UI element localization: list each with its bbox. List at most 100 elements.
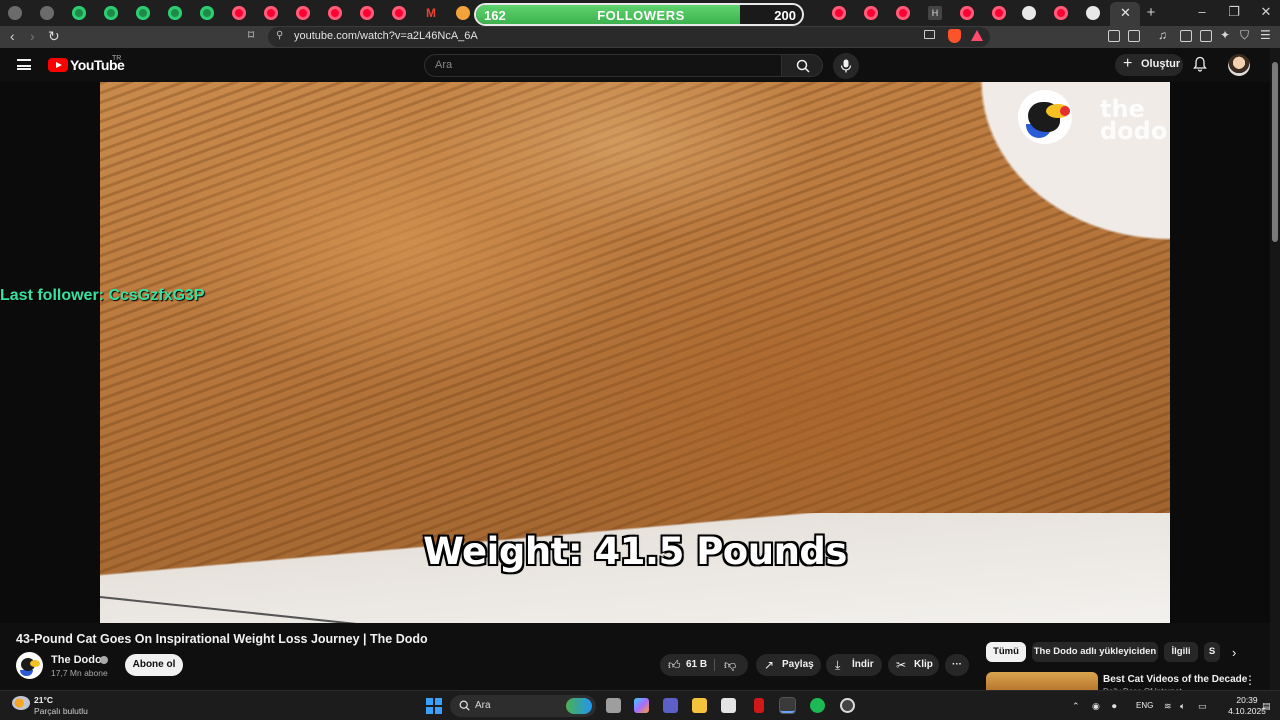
file-explorer-icon[interactable] bbox=[692, 698, 707, 713]
youtube-logo-icon[interactable] bbox=[48, 58, 68, 72]
like-count[interactable]: 61 B bbox=[686, 654, 707, 676]
volume-icon[interactable]: 🔈︎ bbox=[1180, 701, 1185, 712]
google-tab-icon[interactable] bbox=[1086, 6, 1100, 20]
download-button[interactable]: ⤓ İndir bbox=[826, 654, 882, 676]
reload-icon[interactable]: ↻ bbox=[48, 28, 60, 45]
account-avatar[interactable] bbox=[1228, 54, 1250, 76]
scrollbar-thumb[interactable] bbox=[1272, 62, 1278, 242]
tab-icon[interactable] bbox=[40, 6, 54, 20]
close-window-icon[interactable]: ✕ bbox=[1256, 4, 1276, 20]
chip-all[interactable]: Tümü bbox=[986, 642, 1026, 662]
tray-mic-icon[interactable]: ⏺ bbox=[1112, 701, 1117, 712]
input-language[interactable]: ENG bbox=[1136, 701, 1153, 710]
search-input[interactable] bbox=[435, 59, 765, 71]
sidebar-icon[interactable] bbox=[1180, 30, 1192, 42]
cast-icon[interactable] bbox=[924, 30, 935, 39]
brave-shield-icon[interactable] bbox=[948, 29, 961, 43]
task-view-icon[interactable] bbox=[606, 698, 621, 713]
search-button[interactable] bbox=[781, 54, 823, 77]
spotify-icon[interactable] bbox=[810, 698, 825, 713]
store-icon[interactable] bbox=[721, 698, 736, 713]
tab-icon[interactable] bbox=[1054, 6, 1068, 20]
recommendation-thumbnail[interactable] bbox=[986, 672, 1098, 690]
chip-related[interactable]: İlgili bbox=[1164, 642, 1198, 662]
weather-description[interactable]: Parçalı bulutlu bbox=[34, 706, 88, 716]
leo-ai-icon[interactable]: ✦ bbox=[1220, 28, 1230, 42]
wifi-icon[interactable]: ≋ bbox=[1164, 701, 1172, 712]
tab-icon[interactable] bbox=[264, 6, 278, 20]
tab-icon[interactable] bbox=[296, 6, 310, 20]
weather-temperature[interactable]: 21°C bbox=[34, 695, 53, 705]
channel-name[interactable]: The Dodo bbox=[51, 654, 102, 666]
forward-icon[interactable]: › bbox=[30, 28, 35, 44]
url-text[interactable]: youtube.com/watch?v=a2L46NcA_6A bbox=[294, 30, 478, 42]
tab-icon[interactable] bbox=[992, 6, 1006, 20]
teams-icon[interactable] bbox=[663, 698, 678, 713]
close-tab-icon[interactable]: ✕ bbox=[1120, 5, 1131, 21]
taskbar-search[interactable]: Ara bbox=[450, 695, 596, 717]
tab-icon[interactable] bbox=[136, 6, 150, 20]
tab-icon[interactable] bbox=[864, 6, 878, 20]
tab-icon[interactable] bbox=[832, 6, 846, 20]
tab-icon[interactable] bbox=[104, 6, 118, 20]
tray-app-icon[interactable]: ◉ bbox=[1092, 701, 1100, 712]
chip-from-uploader[interactable]: The Dodo adlı yükleyiciden bbox=[1032, 642, 1158, 662]
browser-menu-icon[interactable] bbox=[8, 6, 22, 20]
minimize-icon[interactable]: – bbox=[1192, 4, 1212, 19]
tab-icon[interactable]: H bbox=[928, 6, 942, 20]
create-button[interactable]: + Oluştur bbox=[1115, 54, 1183, 76]
like-icon[interactable]: 👍︎ bbox=[668, 654, 681, 676]
site-info-icon[interactable]: ⚲ bbox=[276, 30, 283, 41]
tab-icon[interactable] bbox=[200, 6, 214, 20]
tab-icon[interactable] bbox=[456, 6, 470, 20]
chips-next-icon[interactable]: › bbox=[1232, 645, 1236, 660]
active-tab[interactable]: ✕ bbox=[1110, 2, 1140, 26]
tab-icon[interactable] bbox=[72, 6, 86, 20]
screenshot-icon[interactable] bbox=[1128, 30, 1140, 42]
hamburger-menu-icon[interactable] bbox=[17, 59, 31, 70]
rewards-icon[interactable] bbox=[971, 30, 983, 41]
tab-icon[interactable] bbox=[360, 6, 374, 20]
tab-icon[interactable] bbox=[232, 6, 246, 20]
dislike-icon[interactable]: 👎︎ bbox=[724, 654, 736, 676]
back-icon[interactable]: ‹ bbox=[10, 28, 15, 44]
video-player[interactable]: the dodo Weight: 41.5 Pounds Last follow… bbox=[0, 82, 1270, 623]
tab-icon[interactable] bbox=[896, 6, 910, 20]
notification-center-icon[interactable]: ▤ bbox=[1262, 701, 1271, 712]
start-button[interactable] bbox=[426, 698, 442, 714]
bookmark-icon[interactable]: ⌑ bbox=[248, 28, 254, 42]
more-actions-button[interactable]: ··· bbox=[945, 654, 969, 676]
search-box[interactable] bbox=[424, 54, 782, 77]
clip-button[interactable]: ✂ Klip bbox=[888, 654, 939, 676]
extensions-icon[interactable] bbox=[1108, 30, 1120, 42]
share-button[interactable]: ↗ Paylaş bbox=[756, 654, 821, 676]
brave-browser-icon[interactable] bbox=[779, 697, 796, 714]
notifications-bell-icon[interactable] bbox=[1193, 56, 1207, 72]
vpn-icon[interactable]: ⛉ bbox=[1240, 28, 1249, 43]
browser-menu-icon[interactable]: ☰ bbox=[1260, 28, 1271, 42]
address-bar[interactable]: ⚲ youtube.com/watch?v=a2L46NcA_6A bbox=[268, 27, 990, 47]
new-tab-button[interactable]: + bbox=[1141, 4, 1161, 21]
battery-icon[interactable]: ▭ bbox=[1198, 701, 1207, 712]
recommendation-more-icon[interactable]: ⋮ bbox=[1244, 673, 1256, 687]
tab-icon[interactable] bbox=[328, 6, 342, 20]
maximize-icon[interactable]: ❐ bbox=[1224, 4, 1244, 20]
tab-icon[interactable] bbox=[168, 6, 182, 20]
wallet-icon[interactable] bbox=[1200, 30, 1212, 42]
tab-icon[interactable] bbox=[392, 6, 406, 20]
tab-icon[interactable] bbox=[960, 6, 974, 20]
voice-search-button[interactable] bbox=[833, 53, 859, 79]
weather-icon[interactable] bbox=[12, 696, 30, 710]
app-icon[interactable] bbox=[840, 698, 855, 713]
chip-partial[interactable]: S bbox=[1204, 642, 1220, 662]
google-tab-icon[interactable] bbox=[1022, 6, 1036, 20]
channel-avatar[interactable] bbox=[16, 652, 43, 679]
copilot-icon[interactable] bbox=[634, 698, 649, 713]
gmail-tab-icon[interactable]: M bbox=[424, 6, 438, 20]
netflix-icon[interactable] bbox=[754, 698, 764, 713]
page-scrollbar[interactable] bbox=[1270, 48, 1280, 690]
recommendation-title[interactable]: Best Cat Videos of the Decade bbox=[1103, 674, 1247, 685]
subscribe-button[interactable]: Abone ol bbox=[125, 654, 183, 676]
media-icon[interactable]: ♫ bbox=[1158, 28, 1167, 42]
tray-overflow-icon[interactable]: ⌃ bbox=[1072, 701, 1080, 712]
